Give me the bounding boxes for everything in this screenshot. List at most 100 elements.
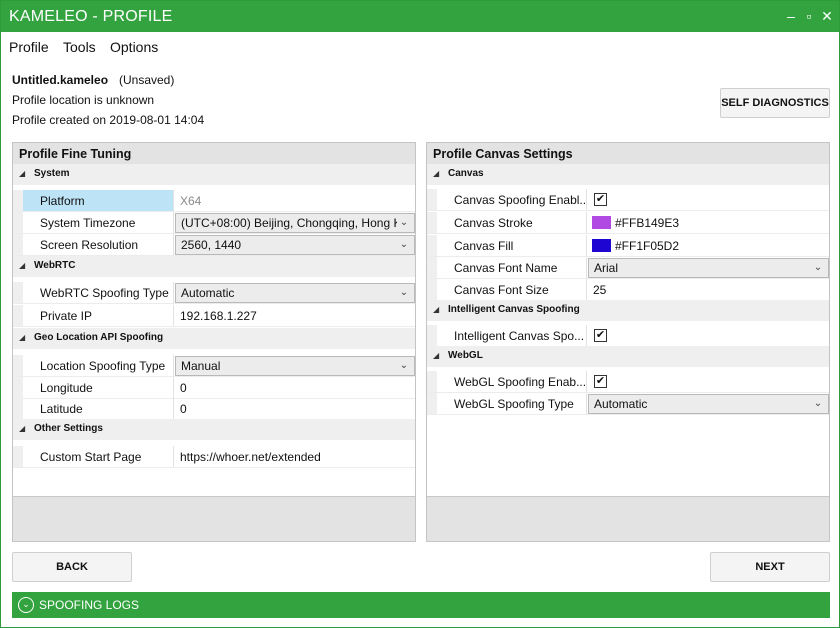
collapse-arrow-icon[interactable]: ◢: [19, 169, 25, 178]
platform-value: X64: [180, 194, 202, 208]
resolution-select[interactable]: 2560, 1440 ⌄: [175, 235, 415, 255]
spoofing-logs-label: SPOOFING LOGS: [39, 598, 140, 612]
timezone-select[interactable]: (UTC+08:00) Beijing, Chongqing, Hong K ⌄: [175, 213, 415, 233]
collapse-arrow-icon[interactable]: ◢: [433, 305, 439, 314]
chevron-down-icon[interactable]: ⌄: [811, 259, 825, 277]
title-bar[interactable]: KAMELEO - PROFILE – ▫ ✕: [1, 1, 839, 32]
property-name: Private IP: [23, 305, 174, 326]
category-label: WebGL: [448, 350, 483, 361]
location-type-select[interactable]: Manual ⌄: [175, 356, 415, 376]
category-geo-location[interactable]: ◢ Geo Location API Spoofing: [13, 328, 415, 349]
fill-color-value[interactable]: #FF1F05D2: [609, 235, 819, 256]
menu-profile[interactable]: Profile: [9, 39, 49, 55]
collapse-arrow-icon[interactable]: ◢: [433, 169, 439, 178]
font-name-value: Arial: [594, 261, 619, 275]
chevron-down-icon[interactable]: ⌄: [397, 284, 411, 302]
category-other-settings[interactable]: ◢ Other Settings: [13, 419, 415, 440]
row-webgl-spoofing-type[interactable]: WebGL Spoofing Type Automatic ⌄: [427, 393, 829, 415]
property-name: System Timezone: [23, 212, 174, 233]
property-name: Longitude: [23, 377, 174, 398]
stroke-color-value[interactable]: #FFB149E3: [609, 212, 819, 233]
spoofing-logs-toggle[interactable]: ⌄ SPOOFING LOGS: [12, 592, 830, 618]
property-name: Intelligent Canvas Spo...: [437, 325, 587, 346]
chevron-down-icon[interactable]: ⌄: [397, 214, 411, 232]
row-location-spoofing-type[interactable]: Location Spoofing Type Manual ⌄: [13, 355, 415, 377]
panel-description-area: [13, 496, 415, 541]
property-name[interactable]: Platform: [23, 190, 174, 211]
canvas-spoofing-checkbox[interactable]: ✔: [594, 193, 607, 206]
font-size-field[interactable]: 25: [587, 279, 827, 300]
profile-status: (Unsaved): [119, 73, 175, 87]
private-ip-field[interactable]: 192.168.1.227: [174, 305, 414, 326]
row-screen-resolution[interactable]: Screen Resolution 2560, 1440 ⌄: [13, 234, 415, 256]
property-name: Canvas Spoofing Enabl...: [437, 189, 587, 210]
next-button[interactable]: NEXT: [710, 552, 830, 582]
row-latitude[interactable]: Latitude 0: [13, 398, 415, 420]
close-icon[interactable]: ✕: [819, 7, 835, 25]
chevron-down-icon[interactable]: ⌄: [397, 236, 411, 254]
category-canvas[interactable]: ◢ Canvas: [427, 164, 829, 185]
row-platform[interactable]: Platform X64: [13, 190, 415, 212]
row-webgl-spoofing-enabled[interactable]: WebGL Spoofing Enab... ✔: [427, 371, 829, 393]
window-title: KAMELEO - PROFILE: [9, 8, 173, 25]
property-name: Custom Start Page: [23, 446, 174, 467]
collapse-arrow-icon[interactable]: ◢: [433, 351, 439, 360]
intelligent-canvas-checkbox[interactable]: ✔: [594, 329, 607, 342]
category-label: Intelligent Canvas Spoofing: [448, 304, 580, 315]
category-intelligent-canvas[interactable]: ◢ Intelligent Canvas Spoofing: [427, 300, 829, 321]
row-canvas-stroke[interactable]: Canvas Stroke #FFB149E3: [427, 212, 829, 234]
self-diagnostics-button[interactable]: SELF DIAGNOSTICS: [720, 88, 830, 118]
collapse-arrow-icon[interactable]: ◢: [19, 333, 25, 342]
property-name: Canvas Font Name: [437, 257, 587, 278]
longitude-field[interactable]: 0: [174, 377, 414, 398]
webrtc-type-value: Automatic: [181, 286, 235, 300]
chevron-down-circle-icon[interactable]: ⌄: [18, 597, 34, 613]
profile-created: Profile created on 2019-08-01 14:04: [12, 113, 205, 127]
category-webrtc[interactable]: ◢ WebRTC: [13, 256, 415, 277]
menu-tools[interactable]: Tools: [63, 39, 96, 55]
row-canvas-spoofing-enabled[interactable]: Canvas Spoofing Enabl... ✔: [427, 189, 829, 211]
property-name: Canvas Fill: [437, 235, 587, 256]
font-name-select[interactable]: Arial ⌄: [588, 258, 829, 278]
chevron-down-icon[interactable]: ⌄: [811, 395, 825, 413]
category-label: WebRTC: [34, 260, 76, 271]
latitude-field[interactable]: 0: [174, 398, 414, 419]
category-label: Other Settings: [34, 423, 103, 434]
back-button[interactable]: BACK: [12, 552, 132, 582]
row-intelligent-canvas-spoofing[interactable]: Intelligent Canvas Spo... ✔: [427, 325, 829, 347]
profile-location: Profile location is unknown: [12, 93, 155, 107]
row-webrtc-spoofing-type[interactable]: WebRTC Spoofing Type Automatic ⌄: [13, 282, 415, 304]
property-name: Canvas Stroke: [437, 212, 587, 233]
category-label: Canvas: [448, 168, 484, 179]
maximize-icon[interactable]: ▫: [801, 7, 817, 25]
webgl-spoofing-checkbox[interactable]: ✔: [594, 375, 607, 388]
property-name: WebGL Spoofing Enab...: [437, 371, 587, 392]
chevron-down-icon[interactable]: ⌄: [397, 357, 411, 375]
webgl-type-select[interactable]: Automatic ⌄: [588, 394, 829, 414]
app-window: KAMELEO - PROFILE – ▫ ✕ Profile Tools Op…: [0, 0, 840, 628]
collapse-arrow-icon[interactable]: ◢: [19, 424, 25, 433]
category-label: Geo Location API Spoofing: [34, 332, 164, 343]
start-page-field[interactable]: https://whoer.net/extended: [174, 446, 414, 467]
minimize-icon[interactable]: –: [783, 7, 799, 25]
menu-options[interactable]: Options: [110, 39, 158, 55]
webgl-type-value: Automatic: [594, 397, 648, 411]
property-name: Location Spoofing Type: [23, 355, 174, 376]
webrtc-type-select[interactable]: Automatic ⌄: [175, 283, 415, 303]
profile-filename: Untitled.kameleo: [12, 73, 109, 87]
row-longitude[interactable]: Longitude 0: [13, 377, 415, 399]
panel-title: Profile Fine Tuning: [13, 143, 415, 164]
category-system[interactable]: ◢ System: [13, 164, 415, 185]
row-system-timezone[interactable]: System Timezone (UTC+08:00) Beijing, Cho…: [13, 212, 415, 234]
property-name: WebRTC Spoofing Type: [23, 282, 174, 303]
row-canvas-font-name[interactable]: Canvas Font Name Arial ⌄: [427, 257, 829, 279]
property-name: Screen Resolution: [23, 234, 174, 255]
row-private-ip[interactable]: Private IP 192.168.1.227: [13, 305, 415, 327]
row-canvas-fill[interactable]: Canvas Fill #FF1F05D2: [427, 235, 829, 257]
category-webgl[interactable]: ◢ WebGL: [427, 346, 829, 367]
row-custom-start-page[interactable]: Custom Start Page https://whoer.net/exte…: [13, 446, 415, 468]
collapse-arrow-icon[interactable]: ◢: [19, 261, 25, 270]
resolution-value: 2560, 1440: [181, 238, 242, 252]
panel-description-area: [427, 496, 829, 541]
row-canvas-font-size[interactable]: Canvas Font Size 25: [427, 279, 829, 301]
